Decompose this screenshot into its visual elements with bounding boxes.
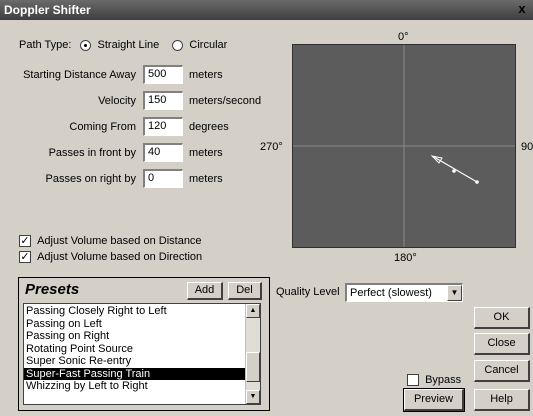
quality-value: Perfect (slowest) — [350, 287, 432, 299]
starting-distance-label: Starting Distance Away — [23, 69, 136, 81]
ok-button[interactable]: OK — [474, 307, 530, 329]
velocity-field[interactable]: 150 — [143, 91, 183, 110]
plot-label-right: 90 — [521, 141, 533, 153]
bypass-row: Bypass — [407, 374, 462, 387]
del-preset-button[interactable]: Del — [228, 282, 262, 300]
scroll-down-icon[interactable]: ▼ — [246, 390, 260, 404]
passes-front-label: Passes in front by — [48, 147, 136, 159]
coming-from-field[interactable]: 120 — [143, 117, 183, 136]
cancel-label: Cancel — [484, 364, 519, 376]
list-item[interactable]: Super Sonic Re-entry — [24, 355, 245, 368]
scroll-up-icon[interactable]: ▲ — [246, 304, 260, 318]
source-start-point — [475, 180, 479, 184]
source-arrowhead — [430, 155, 443, 164]
radio-straight-line[interactable] — [80, 39, 92, 51]
quality-select[interactable]: Perfect (slowest) ▼ — [345, 283, 463, 302]
path-plot[interactable] — [292, 44, 516, 248]
passes-front-field[interactable]: 40 — [143, 143, 183, 162]
list-item[interactable]: Passing on Left — [24, 318, 245, 331]
list-item[interactable]: Passing on Right — [24, 330, 245, 343]
plot-label-left: 270° — [260, 141, 283, 153]
help-button[interactable]: Help — [474, 389, 530, 411]
velocity-unit: meters/second — [189, 95, 262, 107]
bypass-checkbox[interactable] — [407, 374, 419, 387]
passes-right-label: Passes on right by — [45, 173, 137, 185]
starting-distance-field[interactable]: 500 — [143, 65, 183, 84]
close-icon[interactable]: x — [515, 2, 529, 16]
coming-from-unit: degrees — [189, 121, 229, 133]
del-preset-label: Del — [236, 284, 253, 296]
add-preset-button[interactable]: Add — [187, 282, 223, 300]
presets-scrollbar[interactable]: ▲ ▼ — [245, 304, 260, 404]
presets-title: Presets — [25, 281, 80, 298]
direction-checkbox-row: ✓ Adjust Volume based on Direction — [19, 251, 203, 264]
plot-label-bottom: 180° — [394, 252, 417, 264]
add-preset-label: Add — [194, 284, 215, 296]
passes-right-field[interactable]: 0 — [143, 169, 183, 188]
direction-checkbox-label: Adjust Volume based on Direction — [37, 251, 203, 263]
list-item[interactable]: Passing Closely Right to Left — [24, 305, 245, 318]
distance-checkbox-label: Adjust Volume based on Distance — [37, 235, 202, 247]
bypass-label: Bypass — [425, 374, 462, 386]
help-label: Help — [490, 393, 513, 405]
radio-straight-line-label: Straight Line — [97, 39, 160, 51]
window-title: Doppler Shifter — [4, 3, 91, 17]
passes-right-unit: meters — [189, 173, 223, 185]
distance-checkbox[interactable]: ✓ — [19, 235, 31, 248]
chevron-down-icon[interactable]: ▼ — [447, 285, 462, 301]
preview-label: Preview — [413, 393, 454, 405]
scroll-thumb[interactable] — [246, 352, 260, 382]
radio-circular-label: Circular — [189, 39, 228, 51]
direction-checkbox[interactable]: ✓ — [19, 251, 31, 264]
list-item-selected[interactable]: Super-Fast Passing Train — [24, 367, 245, 380]
list-item[interactable]: Rotating Point Source — [24, 343, 245, 356]
velocity-label: Velocity — [98, 95, 136, 107]
quality-label: Quality Level — [276, 286, 340, 298]
title-bar: Doppler Shifter x — [0, 0, 533, 20]
cancel-button[interactable]: Cancel — [474, 360, 530, 382]
plot-label-top: 0° — [398, 31, 409, 43]
source-mid-point — [452, 169, 456, 173]
path-plot-svg — [293, 45, 515, 247]
distance-checkbox-row: ✓ Adjust Volume based on Distance — [19, 235, 202, 248]
path-type-label: Path Type: — [19, 39, 72, 51]
presets-list[interactable]: Passing Closely Right to Left Passing on… — [23, 303, 261, 405]
starting-distance-unit: meters — [189, 69, 223, 81]
coming-from-label: Coming From — [69, 121, 136, 133]
close-button[interactable]: Close — [474, 333, 530, 355]
preview-button[interactable]: Preview — [403, 388, 465, 412]
close-label: Close — [487, 337, 516, 349]
passes-front-unit: meters — [189, 147, 223, 159]
ok-label: OK — [493, 311, 510, 323]
radio-circular[interactable] — [172, 39, 184, 51]
list-item[interactable]: Whizzing by Left to Right — [24, 380, 245, 393]
path-type-group: Path Type: Straight Line Circular — [19, 39, 227, 51]
